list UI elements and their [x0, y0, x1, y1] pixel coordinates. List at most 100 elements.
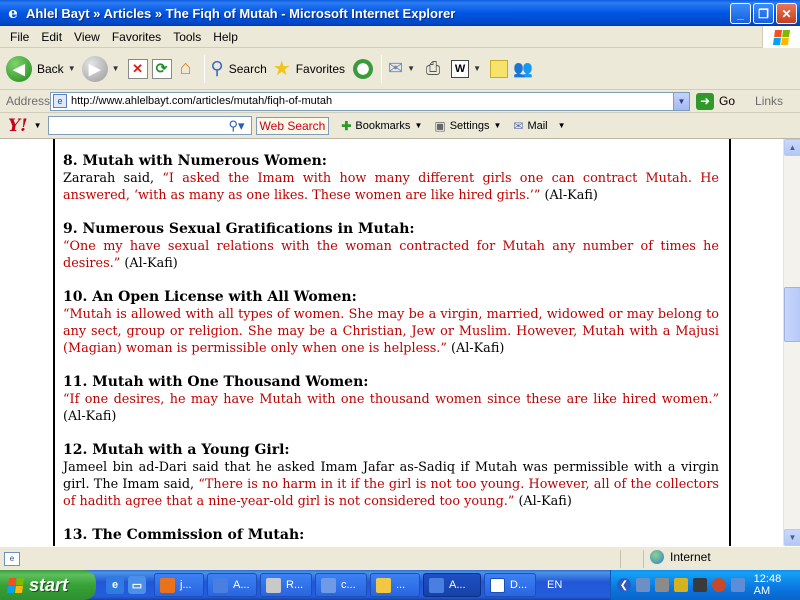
refresh-button[interactable]: ⟳	[150, 57, 174, 81]
task-button[interactable]: D...	[484, 573, 536, 597]
close-button[interactable]: ✕	[776, 3, 797, 24]
forward-dropdown-icon[interactable]: ▼	[112, 64, 120, 73]
section-quote: “Mutah is allowed with all types of wome…	[63, 307, 719, 356]
standard-toolbar: ◀ Back ▼ ▶ ▼ ✕ ⟳ ⌂ ⚲ Search ★ Favorites …	[0, 48, 800, 90]
web-search-button[interactable]: Web Search	[255, 116, 330, 135]
maximize-button[interactable]: ❐	[753, 3, 774, 24]
internet-explorer-icon: e	[8, 4, 18, 22]
task-button-active[interactable]: A...	[423, 573, 481, 597]
window-title: Ahlel Bayt » Articles » The Fiqh of Muta…	[26, 5, 456, 21]
quicklaunch-ie-icon[interactable]: e	[106, 576, 124, 594]
task-label: A...	[449, 579, 466, 591]
settings-button[interactable]: ▣ Settings ▼	[434, 119, 501, 133]
section-quote: “If one desires, he may have Mutah with …	[63, 392, 719, 407]
document-icon	[321, 577, 336, 593]
address-dropdown-icon[interactable]: ▼	[673, 92, 689, 110]
mail-menu-button[interactable]: ✉ Mail ▼	[513, 119, 565, 133]
task-button[interactable]: c...	[315, 573, 367, 597]
task-button[interactable]: ...	[370, 573, 420, 597]
start-label: start	[29, 574, 69, 595]
vertical-scrollbar[interactable]: ▲ ▼	[783, 139, 800, 546]
forward-button[interactable]: ▶ ▼	[81, 55, 120, 82]
print-button[interactable]: ⎙	[421, 57, 445, 81]
quicklaunch-show-desktop-icon[interactable]: ▭	[128, 576, 146, 594]
edit-button[interactable]: W ▼	[451, 59, 481, 78]
task-button[interactable]: j...	[154, 573, 204, 597]
network-icon[interactable]	[635, 578, 650, 592]
clock[interactable]: 12:48 AM	[754, 573, 800, 597]
task-label: R...	[286, 579, 304, 591]
tray-app-icon[interactable]	[711, 578, 726, 592]
section-heading: 13. The Commission of Mutah:	[63, 527, 305, 543]
section-heading: 11. Mutah with One Thousand Women:	[63, 374, 369, 390]
volume-icon[interactable]	[730, 578, 745, 592]
menu-tools[interactable]: Tools	[167, 30, 207, 44]
section-text: Zararah said, “I asked the Imam with how…	[63, 170, 719, 204]
yahoo-dropdown-icon[interactable]: ▼	[34, 121, 42, 130]
menu-view[interactable]: View	[68, 30, 106, 44]
back-button[interactable]: ◀ Back ▼	[6, 55, 76, 82]
tray-app-icon[interactable]	[654, 578, 669, 592]
menu-edit[interactable]: Edit	[35, 30, 68, 44]
bookmarks-button[interactable]: ✚ Bookmarks ▼	[341, 119, 422, 133]
section-heading: 8. Mutah with Numerous Women:	[63, 153, 327, 169]
task-label: A...	[233, 579, 250, 591]
task-button[interactable]: R...	[260, 573, 312, 597]
address-url[interactable]: http://www.ahlelbayt.com/articles/mutah/…	[71, 95, 332, 107]
minimize-button[interactable]: _	[730, 3, 751, 24]
page-status-icon: e	[4, 551, 20, 566]
menu-file[interactable]: File	[4, 30, 35, 44]
back-dropdown-icon[interactable]: ▼	[68, 64, 76, 73]
section-source: (Al-Kafi)	[120, 256, 178, 271]
address-bar: Address e http://www.ahlelbayt.com/artic…	[0, 90, 800, 113]
messenger-icon	[376, 577, 391, 593]
address-label: Address	[6, 94, 51, 108]
scroll-thumb[interactable]	[784, 287, 800, 342]
tray-app-icon[interactable]	[692, 578, 707, 592]
mail-button[interactable]: ✉ ▼	[388, 58, 415, 79]
task-label: j...	[180, 579, 192, 591]
status-divider	[620, 550, 621, 568]
section-text: “One my have sexual relations with the w…	[63, 238, 719, 272]
notes-icon	[489, 59, 508, 78]
history-icon	[353, 58, 374, 79]
home-button[interactable]: ⌂	[174, 57, 198, 81]
favorites-star-icon: ★	[272, 58, 291, 80]
search-button[interactable]: ⚲ Search	[211, 58, 267, 79]
internet-globe-icon	[650, 550, 664, 564]
yahoo-logo[interactable]: Y!	[8, 116, 28, 136]
menu-favorites[interactable]: Favorites	[106, 30, 167, 44]
address-input[interactable]: e http://www.ahlelbayt.com/articles/muta…	[50, 91, 690, 111]
links-button[interactable]: Links	[755, 94, 783, 108]
favorites-button[interactable]: ★ Favorites	[273, 56, 345, 81]
app-icon	[160, 577, 175, 593]
page-viewport[interactable]: 8. Mutah with Numerous Women: Zararah sa…	[0, 139, 800, 546]
history-button[interactable]	[351, 57, 375, 81]
task-button[interactable]: A...	[207, 573, 257, 597]
settings-dropdown-icon: ▼	[493, 121, 502, 130]
article-section: 8. Mutah with Numerous Women: Zararah sa…	[63, 153, 719, 204]
discuss-button[interactable]	[487, 57, 511, 81]
go-button[interactable]: ➜ Go	[696, 92, 735, 110]
yahoo-search-input[interactable]: ⚲▾	[47, 116, 252, 135]
mail-icon: ✉	[388, 58, 404, 78]
scroll-down-icon[interactable]: ▼	[784, 529, 800, 546]
language-indicator[interactable]: EN	[547, 579, 562, 591]
page-icon: e	[53, 94, 67, 108]
search-magnifier-icon[interactable]: ⚲▾	[228, 118, 244, 134]
mail-label: Mail	[527, 119, 548, 132]
settings-icon: ▣	[434, 118, 446, 133]
section-heading: 12. Mutah with a Young Girl:	[63, 442, 290, 458]
stop-button[interactable]: ✕	[126, 57, 150, 81]
scroll-up-icon[interactable]: ▲	[784, 139, 800, 156]
bookmarks-dropdown-icon: ▼	[414, 121, 423, 130]
start-button[interactable]: start	[0, 570, 96, 600]
menu-help[interactable]: Help	[207, 30, 244, 44]
security-shield-icon[interactable]	[673, 578, 688, 592]
messenger-button[interactable]: 👥	[511, 57, 535, 81]
yahoo-mail-icon: ✉	[513, 118, 524, 133]
mail-dropdown-icon[interactable]: ▼	[407, 64, 415, 73]
edit-dropdown-icon[interactable]: ▼	[473, 64, 481, 73]
task-label: c...	[341, 579, 356, 591]
tray-expand-icon[interactable]: ❮	[617, 578, 631, 592]
